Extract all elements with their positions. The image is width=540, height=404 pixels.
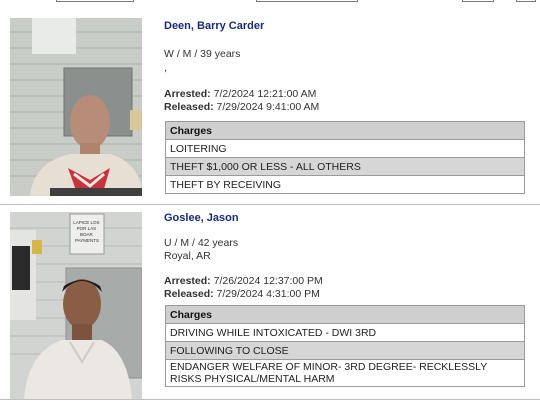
mugshot-photo: LAPICE LOS POR LAS BOAR PAYMENTS	[10, 212, 142, 399]
released-line: Released: 7/29/2024 9:41:00 AM	[164, 101, 319, 113]
inmate-location: Royal, AR	[164, 250, 211, 262]
charge-row: THEFT $1,000 OR LESS - ALL OTHERS	[165, 157, 525, 176]
inmate-demographics: W / M / 39 years	[164, 48, 241, 60]
record-divider	[0, 399, 540, 400]
inmate-name[interactable]: Goslee, Jason	[164, 212, 239, 224]
inmate-record: LAPICE LOS POR LAS BOAR PAYMENTS Goslee,…	[0, 206, 540, 399]
charges-table: Charges DRIVING WHILE INTOXICATED - DWI …	[165, 305, 525, 387]
arrested-value: 7/2/2024 12:21:00 AM	[213, 88, 317, 100]
released-line: Released: 7/29/2024 4:31:00 PM	[164, 288, 320, 300]
top-input-left[interactable]	[56, 0, 134, 2]
released-label: Released:	[164, 101, 214, 113]
top-controls	[0, 0, 540, 6]
top-button-far-right[interactable]	[516, 0, 536, 2]
charge-row: LOITERING	[165, 139, 525, 158]
mugshot-photo	[10, 18, 142, 196]
inmate-demographics: U / M / 42 years	[164, 237, 239, 249]
charge-row: DRIVING WHILE INTOXICATED - DWI 3RD	[165, 323, 525, 342]
record-divider	[0, 204, 540, 205]
top-select-middle[interactable]	[256, 0, 358, 2]
inmate-location: ,	[164, 62, 167, 74]
released-value: 7/29/2024 9:41:00 AM	[216, 101, 320, 113]
arrested-line: Arrested: 7/2/2024 12:21:00 AM	[164, 88, 316, 100]
released-label: Released:	[164, 288, 214, 300]
charge-row: FOLLOWING TO CLOSE	[165, 341, 525, 360]
released-value: 7/29/2024 4:31:00 PM	[216, 288, 320, 300]
arrested-label: Arrested:	[164, 275, 211, 287]
charges-table: Charges LOITERING THEFT $1,000 OR LESS -…	[165, 121, 525, 194]
charges-header: Charges	[165, 121, 525, 140]
arrested-value: 7/26/2024 12:37:00 PM	[213, 275, 323, 287]
arrested-line: Arrested: 7/26/2024 12:37:00 PM	[164, 275, 323, 287]
charges-header: Charges	[165, 305, 525, 324]
top-button-right[interactable]	[462, 0, 494, 2]
inmate-name[interactable]: Deen, Barry Carder	[164, 20, 264, 32]
inmate-record: Deen, Barry Carder W / M / 39 years , Ar…	[0, 8, 540, 204]
arrested-label: Arrested:	[164, 88, 211, 100]
charge-row: ENDANGER WELFARE OF MINOR- 3RD DEGREE- R…	[165, 359, 525, 387]
charge-row: THEFT BY RECEIVING	[165, 175, 525, 194]
